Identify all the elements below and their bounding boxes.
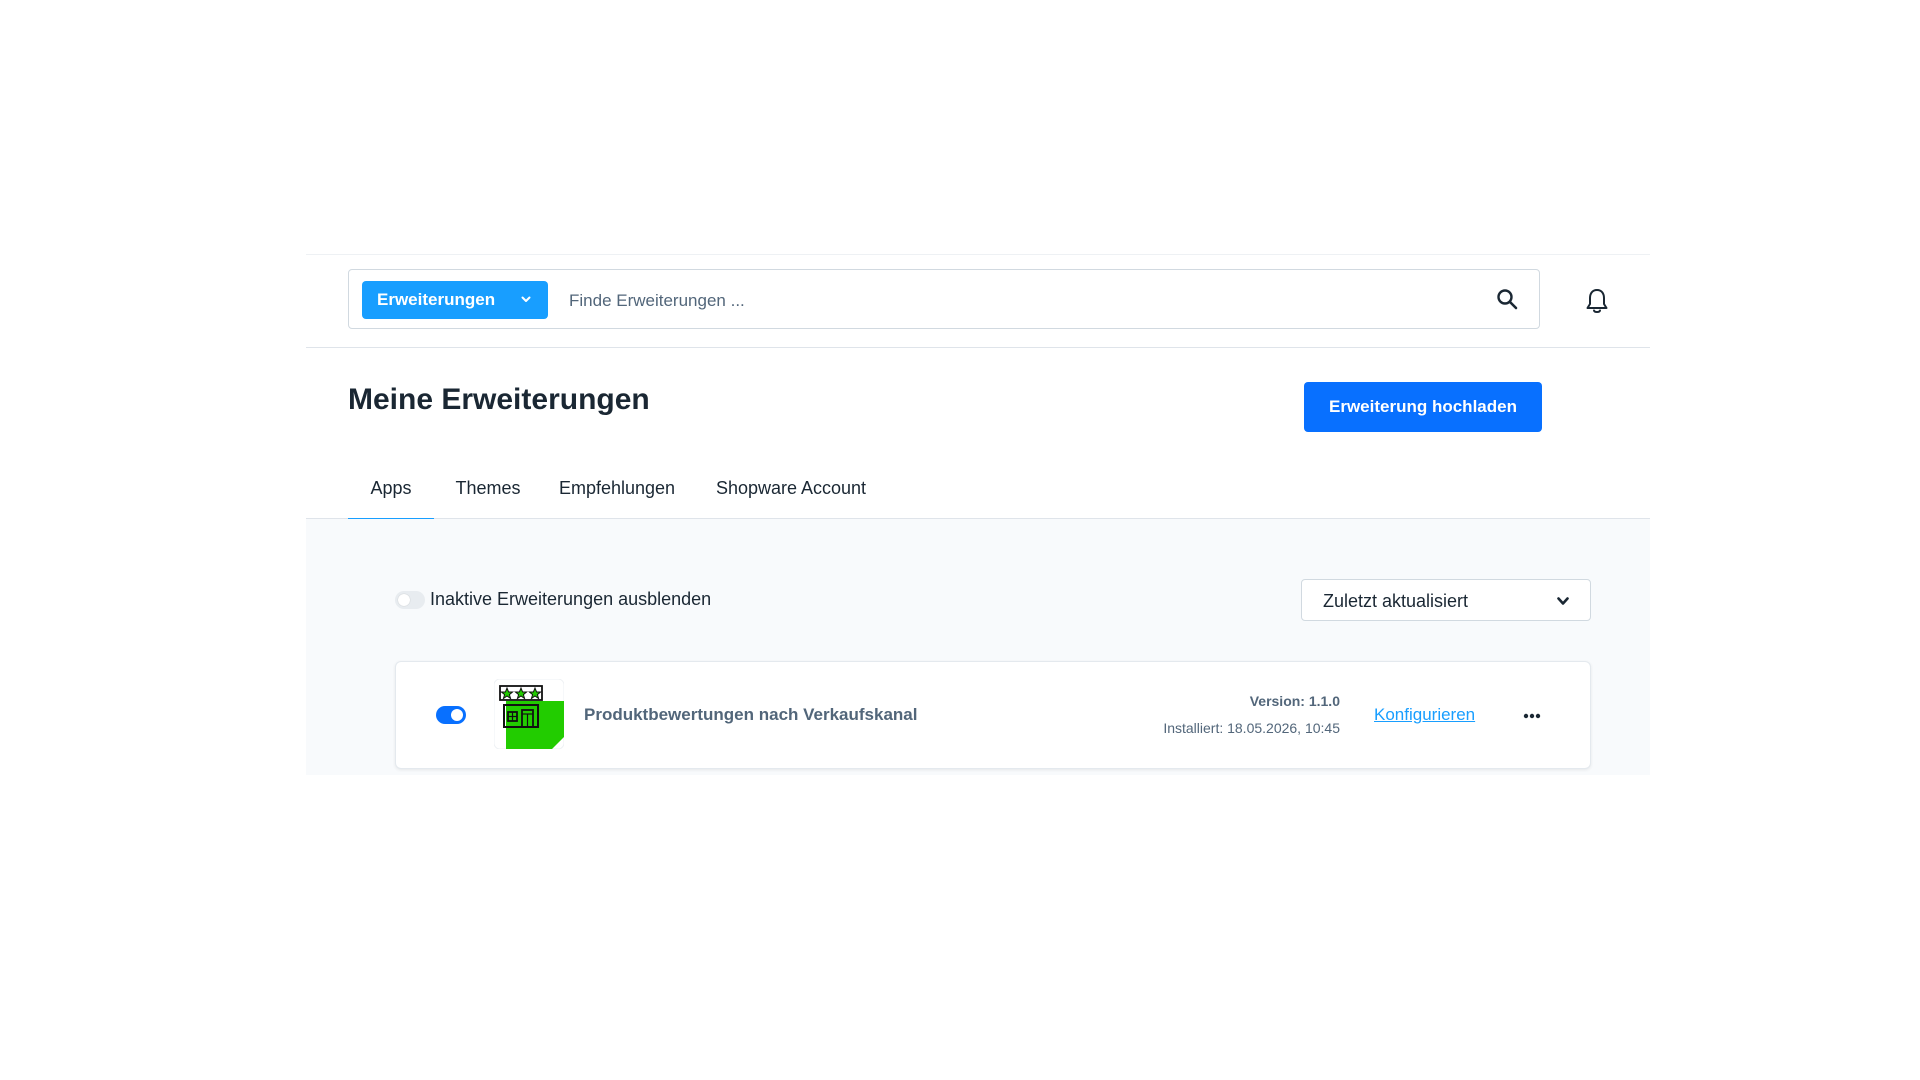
extension-installed-date: Installiert: 18.05.2026, 10:45	[1163, 720, 1340, 736]
toggle-knob	[451, 709, 463, 721]
tab-shopware-account[interactable]: Shopware Account	[706, 473, 876, 518]
tab-themes[interactable]: Themes	[448, 473, 528, 518]
extension-card: Produktbewertungen nach Verkaufskanal Ve…	[395, 661, 1591, 769]
search-type-dropdown[interactable]: Erweiterungen	[362, 281, 548, 319]
top-bar: Erweiterungen	[306, 255, 1650, 348]
tab-apps[interactable]: Apps	[348, 473, 434, 521]
hide-inactive-toggle[interactable]	[395, 591, 425, 609]
admin-frame: Erweiterungen Meine Erweiterungen Erweit…	[306, 254, 1650, 775]
tab-recommendations[interactable]: Empfehlungen	[551, 473, 683, 518]
store-rating-icon	[494, 679, 564, 749]
tab-bar: Apps Themes Empfehlungen Shopware Accoun…	[306, 473, 1650, 521]
chevron-down-icon	[521, 296, 531, 302]
toggle-knob	[398, 594, 410, 606]
extension-name: Produktbewertungen nach Verkaufskanal	[584, 705, 918, 724]
extension-list-area: Inaktive Erweiterungen ausblenden Zuletz…	[306, 519, 1650, 775]
extension-version: Version: 1.1.0	[1249, 693, 1340, 709]
page-title: Meine Erweiterungen	[348, 383, 650, 416]
hide-inactive-label: Inaktive Erweiterungen ausblenden	[430, 589, 712, 609]
more-options-icon[interactable]	[1522, 712, 1542, 720]
extension-active-toggle[interactable]	[436, 706, 466, 724]
chevron-down-icon	[1557, 597, 1569, 605]
configure-link[interactable]: Konfigurieren	[1374, 705, 1475, 725]
upload-extension-button[interactable]: Erweiterung hochladen	[1304, 382, 1542, 432]
sort-select-value: Zuletzt aktualisiert	[1323, 591, 1469, 611]
search-input[interactable]	[559, 281, 1471, 321]
search-icon[interactable]	[1495, 287, 1519, 311]
bell-icon[interactable]	[1582, 286, 1612, 316]
sort-select[interactable]: Zuletzt aktualisiert	[1301, 579, 1591, 621]
global-search: Erweiterungen	[348, 269, 1540, 329]
search-type-label: Erweiterungen	[377, 290, 496, 309]
